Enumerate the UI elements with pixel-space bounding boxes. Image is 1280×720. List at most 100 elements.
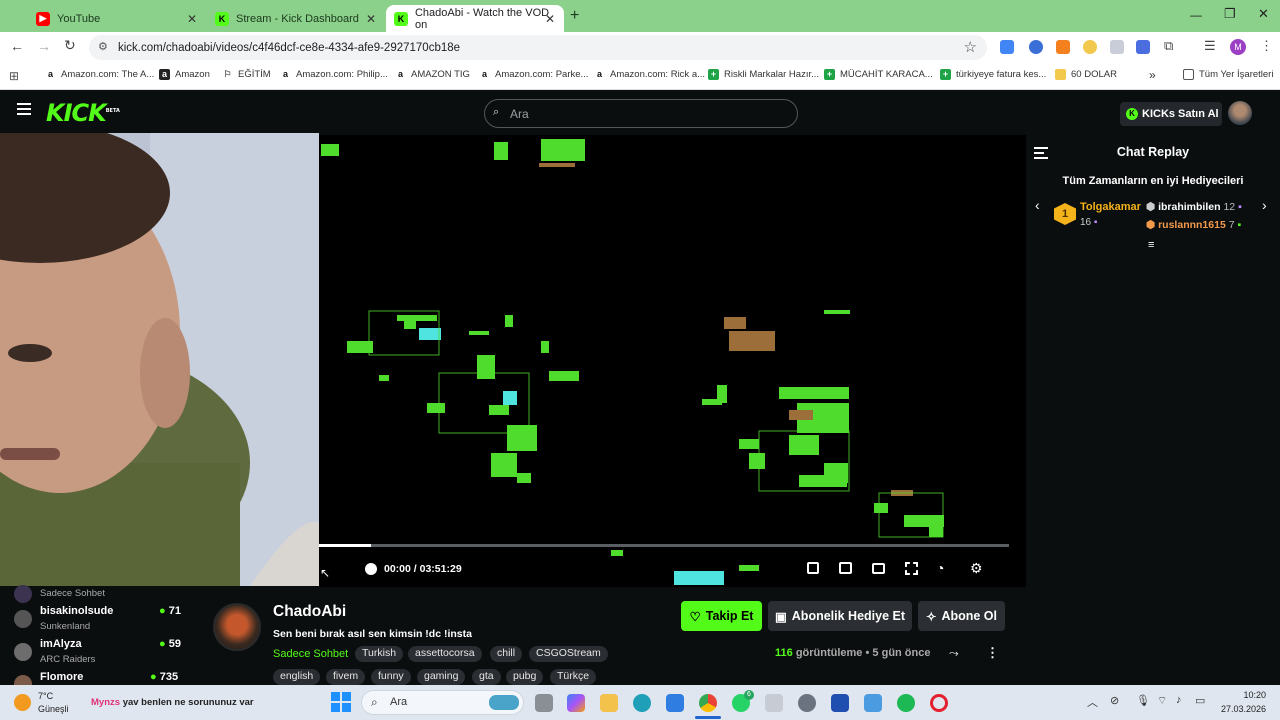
gifter-item[interactable]: ⬢ ruslannn1615 7 ▪ xyxy=(1146,219,1241,231)
close-window-button[interactable]: ✕ xyxy=(1258,6,1269,22)
weather-sun-icon[interactable] xyxy=(14,694,31,711)
opera-icon[interactable] xyxy=(930,694,948,712)
file-explorer-icon[interactable] xyxy=(600,694,618,712)
speaker-icon[interactable]: ♪ xyxy=(1176,694,1182,706)
clock-time[interactable]: 10:20 xyxy=(1218,690,1266,700)
all-bookmarks-folder[interactable]: Tüm Yer İşaretleri xyxy=(1183,69,1273,80)
kick-logo[interactable]: KICKBETA xyxy=(46,99,120,127)
tab-kick-dashboard[interactable]: K Stream - Kick Dashboard ✕ xyxy=(207,5,385,32)
top-gifter-name[interactable]: Tolgakamar xyxy=(1080,201,1141,213)
bookmark-item[interactable]: ⚐ EĞİTİM xyxy=(222,69,270,80)
new-tab-button[interactable]: + xyxy=(570,7,579,25)
bookmark-item[interactable]: + türkiyeye fatura kes... xyxy=(940,69,1046,80)
tag-chip[interactable]: english xyxy=(273,669,321,685)
translate-extension-icon[interactable] xyxy=(1000,40,1014,54)
shield-extension-icon[interactable] xyxy=(1110,40,1124,54)
chevron-up-icon[interactable]: ︿ xyxy=(1087,694,1098,710)
channel-avatar[interactable] xyxy=(14,643,32,661)
reload-icon[interactable]: ↻ xyxy=(64,37,76,54)
site-info-icon[interactable]: ⚙ xyxy=(98,40,108,53)
chrome-icon[interactable] xyxy=(699,694,717,712)
taskbar-search[interactable]: ⌕ Ara xyxy=(361,690,524,715)
tag-chip[interactable]: assettocorsa xyxy=(408,646,482,662)
edge-icon[interactable] xyxy=(633,694,651,712)
playback-speed-icon[interactable]: ◔ xyxy=(936,560,944,576)
close-icon[interactable]: ✕ xyxy=(187,12,197,26)
bookmark-item[interactable]: + MÜCAHİT KARACA... xyxy=(824,69,933,80)
spotify-icon[interactable] xyxy=(897,694,915,712)
battery-icon[interactable]: ▭ xyxy=(1195,694,1205,707)
channel-avatar[interactable] xyxy=(14,610,32,628)
user-avatar[interactable] xyxy=(1228,101,1252,125)
sidebar-channel-name[interactable]: imAlyza xyxy=(40,638,82,650)
channel-name[interactable]: ChadoAbi xyxy=(273,603,346,621)
extension-icon[interactable] xyxy=(1083,40,1097,54)
close-icon[interactable]: ✕ xyxy=(366,12,376,26)
video-player[interactable]: 00:00 / 03:51:29 ◔ ⚙ xyxy=(319,135,1026,587)
extension-icon[interactable] xyxy=(1029,40,1043,54)
bookmark-item[interactable]: a Amazon.com: The A... xyxy=(45,69,154,80)
gifter-item[interactable]: ⬢ ibrahimbilen 12 ▪ xyxy=(1146,201,1242,213)
reading-list-icon[interactable]: ☰ xyxy=(1204,38,1216,54)
restore-button[interactable]: ❐ xyxy=(1224,6,1236,22)
hamburger-menu-icon[interactable] xyxy=(17,103,31,115)
subscribe-button[interactable]: ✧ Abone Ol xyxy=(918,601,1005,631)
copilot-icon[interactable] xyxy=(567,694,585,712)
miniplayer-icon[interactable] xyxy=(807,562,819,574)
windows-start-icon[interactable] xyxy=(331,692,351,712)
chevron-right-icon[interactable]: › xyxy=(1262,197,1267,213)
minimize-button[interactable]: — xyxy=(1190,8,1202,22)
profile-avatar[interactable]: M xyxy=(1230,39,1246,55)
sidebar-channel-name[interactable]: bisakinolsude xyxy=(40,605,113,617)
tab-chadoabi-vod[interactable]: K ChadoAbi - Watch the VOD on ✕ xyxy=(386,5,564,32)
apps-grid-icon[interactable]: ⊞ xyxy=(9,69,19,83)
back-arrow-icon[interactable]: ← xyxy=(10,38,24,54)
tag-chip[interactable]: gaming xyxy=(417,669,466,685)
snipping-tool-icon[interactable] xyxy=(765,694,783,712)
kicks-buy-button[interactable]: K KICKs Satın Al xyxy=(1120,102,1222,126)
tag-chip[interactable]: gta xyxy=(472,669,501,685)
tab-youtube[interactable]: ▶ YouTube ✕ xyxy=(28,5,206,32)
channel-avatar-large[interactable] xyxy=(213,603,261,651)
tag-chip[interactable]: funny xyxy=(371,669,411,685)
fullscreen-icon[interactable] xyxy=(905,562,918,575)
bookmark-item[interactable]: + Riskli Markalar Hazır... xyxy=(708,69,819,80)
extension-icon[interactable] xyxy=(1056,40,1070,54)
settings-gear-icon[interactable]: ⚙ xyxy=(970,560,983,577)
task-view-icon[interactable] xyxy=(535,694,553,712)
extension-icon[interactable] xyxy=(1136,40,1150,54)
tray-icon[interactable]: ⊘ xyxy=(1110,694,1119,707)
forward-arrow-icon[interactable]: → xyxy=(37,38,51,54)
tag-chip[interactable]: fivem xyxy=(326,669,366,685)
share-icon[interactable]: ⤳ xyxy=(949,646,959,661)
clip-icon[interactable] xyxy=(839,562,852,574)
sidebar-channel-name[interactable]: Flomore xyxy=(40,671,83,683)
seek-handle[interactable] xyxy=(365,563,377,575)
tag-chip[interactable]: CSGOStream xyxy=(529,646,608,662)
bookmark-item[interactable]: a Amazon.com: Rick a... xyxy=(594,69,705,80)
notepad-icon[interactable] xyxy=(864,694,882,712)
bookmark-item[interactable]: a Amazon xyxy=(159,69,210,80)
obs-icon[interactable] xyxy=(798,694,816,712)
channel-avatar[interactable] xyxy=(14,585,32,603)
channel-avatar[interactable] xyxy=(14,675,32,685)
calculator-icon[interactable] xyxy=(831,694,849,712)
search-input[interactable]: ⌕ Ara xyxy=(484,99,798,128)
category-link[interactable]: Sadece Sohbet xyxy=(273,648,348,660)
follow-button[interactable]: ♡ Takip Et xyxy=(681,601,762,631)
extensions-puzzle-icon[interactable]: ⧉ xyxy=(1164,38,1173,54)
address-bar[interactable]: ⚙ kick.com/chadoabi/videos/c4f46dcf-ce8e… xyxy=(89,35,987,60)
more-bookmarks-button[interactable]: » xyxy=(1149,68,1156,82)
bookmark-item[interactable]: a Amazon.com: Parke... xyxy=(479,69,588,80)
bookmark-item[interactable]: a Amazon.com: Philip... xyxy=(280,69,388,80)
tag-chip[interactable]: Türkçe xyxy=(550,669,597,685)
bookmark-star-icon[interactable]: ☆ xyxy=(964,38,977,56)
bookmark-item[interactable]: a AMAZON TIG xyxy=(395,69,470,80)
store-icon[interactable] xyxy=(666,694,684,712)
tag-chip[interactable]: pubg xyxy=(506,669,544,685)
more-options-icon[interactable]: ⋮ xyxy=(986,645,999,661)
clock-date[interactable]: 27.03.2026 xyxy=(1212,704,1266,714)
gift-sub-button[interactable]: ▣ Abonelik Hediye Et xyxy=(768,601,912,631)
theater-mode-icon[interactable] xyxy=(872,563,885,574)
chevron-left-icon[interactable]: ‹ xyxy=(1035,197,1040,213)
